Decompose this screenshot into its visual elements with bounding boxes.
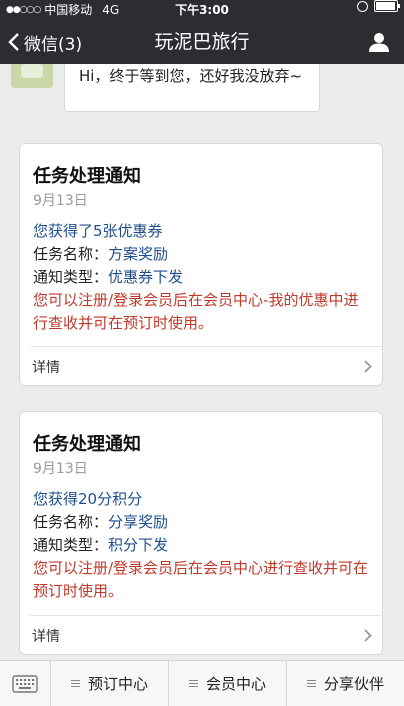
menu-lines-icon [188, 678, 198, 689]
card-title: 任务处理通知 [33, 434, 141, 455]
menu-item-label: 预订中心 [87, 675, 148, 693]
card-note: 您可以注册/登录会员后在会员中心进行查收并可在预订时使用。 [33, 559, 369, 600]
notification-card[interactable]: 任务处理通知 9月13日 您获得20分积分 任务名称：分享奖励 通知类型：积分下… [19, 411, 383, 655]
top-bar: ●●○○○ 中国移动 4G 下午3:00 微信(3) 玩泥巴旅行 [0, 0, 404, 64]
back-label: 微信(3) [24, 34, 83, 55]
task-name-value: 分享奖励 [108, 513, 169, 531]
keyboard-toggle-button[interactable] [0, 661, 51, 706]
battery-icon [374, 0, 400, 12]
card-body: 您获得了5张优惠券 任务名称：方案奖励 通知类型：优惠券下发 您可以注册/登录会… [33, 220, 372, 335]
menu-item-share[interactable]: 分享伙伴 [287, 661, 404, 706]
notification-card[interactable]: 任务处理通知 9月13日 您获得了5张优惠券 任务名称：方案奖励 通知类型：优惠… [19, 143, 383, 386]
orientation-lock-icon [357, 0, 368, 12]
chat-area[interactable]: Hi，终于等到您，还好我没放弃~ 任务处理通知 9月13日 您获得了5张优惠券 … [0, 64, 404, 660]
notice-type-value: 优惠券下发 [108, 268, 184, 286]
task-name-label: 任务名称： [33, 513, 109, 531]
task-name-value: 方案奖励 [108, 245, 169, 263]
menu-item-label: 会员中心 [205, 675, 266, 693]
avatar[interactable] [11, 64, 53, 88]
back-button[interactable]: 微信(3) [8, 20, 82, 64]
status-bar: ●●○○○ 中国移动 4G 下午3:00 [0, 0, 404, 20]
keyboard-icon [12, 674, 38, 693]
task-name-label: 任务名称： [33, 245, 109, 263]
card-date: 9月13日 [33, 193, 88, 209]
chevron-right-icon [364, 629, 372, 642]
menu-lines-icon [306, 678, 316, 689]
detail-label: 详情 [32, 360, 60, 376]
bottom-menu: 预订中心 会员中心 分享伙伴 [0, 660, 404, 706]
nav-bar: 微信(3) 玩泥巴旅行 [0, 20, 404, 64]
menu-lines-icon [70, 678, 80, 689]
card-body: 您获得20分积分 任务名称：分享奖励 通知类型：积分下发 您可以注册/登录会员后… [33, 488, 372, 603]
detail-label: 详情 [32, 629, 60, 645]
profile-icon[interactable] [368, 31, 390, 53]
card-headline: 您获得了5张优惠券 [33, 222, 163, 240]
chevron-left-icon [8, 33, 19, 51]
detail-link[interactable]: 详情 [30, 346, 382, 385]
menu-item-label: 分享伙伴 [323, 675, 384, 693]
menu-item-member[interactable]: 会员中心 [169, 661, 287, 706]
notice-type-label: 通知类型： [33, 268, 109, 286]
notice-type-label: 通知类型： [33, 536, 109, 554]
detail-link[interactable]: 详情 [30, 615, 382, 654]
card-headline: 您获得20分积分 [33, 490, 143, 508]
card-title: 任务处理通知 [33, 166, 141, 187]
message-bubble[interactable]: Hi，终于等到您，还好我没放弃~ [64, 64, 320, 112]
message-text: Hi，终于等到您，还好我没放弃~ [79, 67, 303, 85]
chevron-right-icon [364, 360, 372, 373]
notice-type-value: 积分下发 [108, 536, 169, 554]
card-date: 9月13日 [33, 461, 88, 477]
menu-item-booking[interactable]: 预订中心 [51, 661, 169, 706]
status-time: 下午3:00 [175, 3, 229, 17]
card-note: 您可以注册/登录会员后在会员中心-我的优惠中进行查收并可在预订时使用。 [33, 291, 359, 332]
